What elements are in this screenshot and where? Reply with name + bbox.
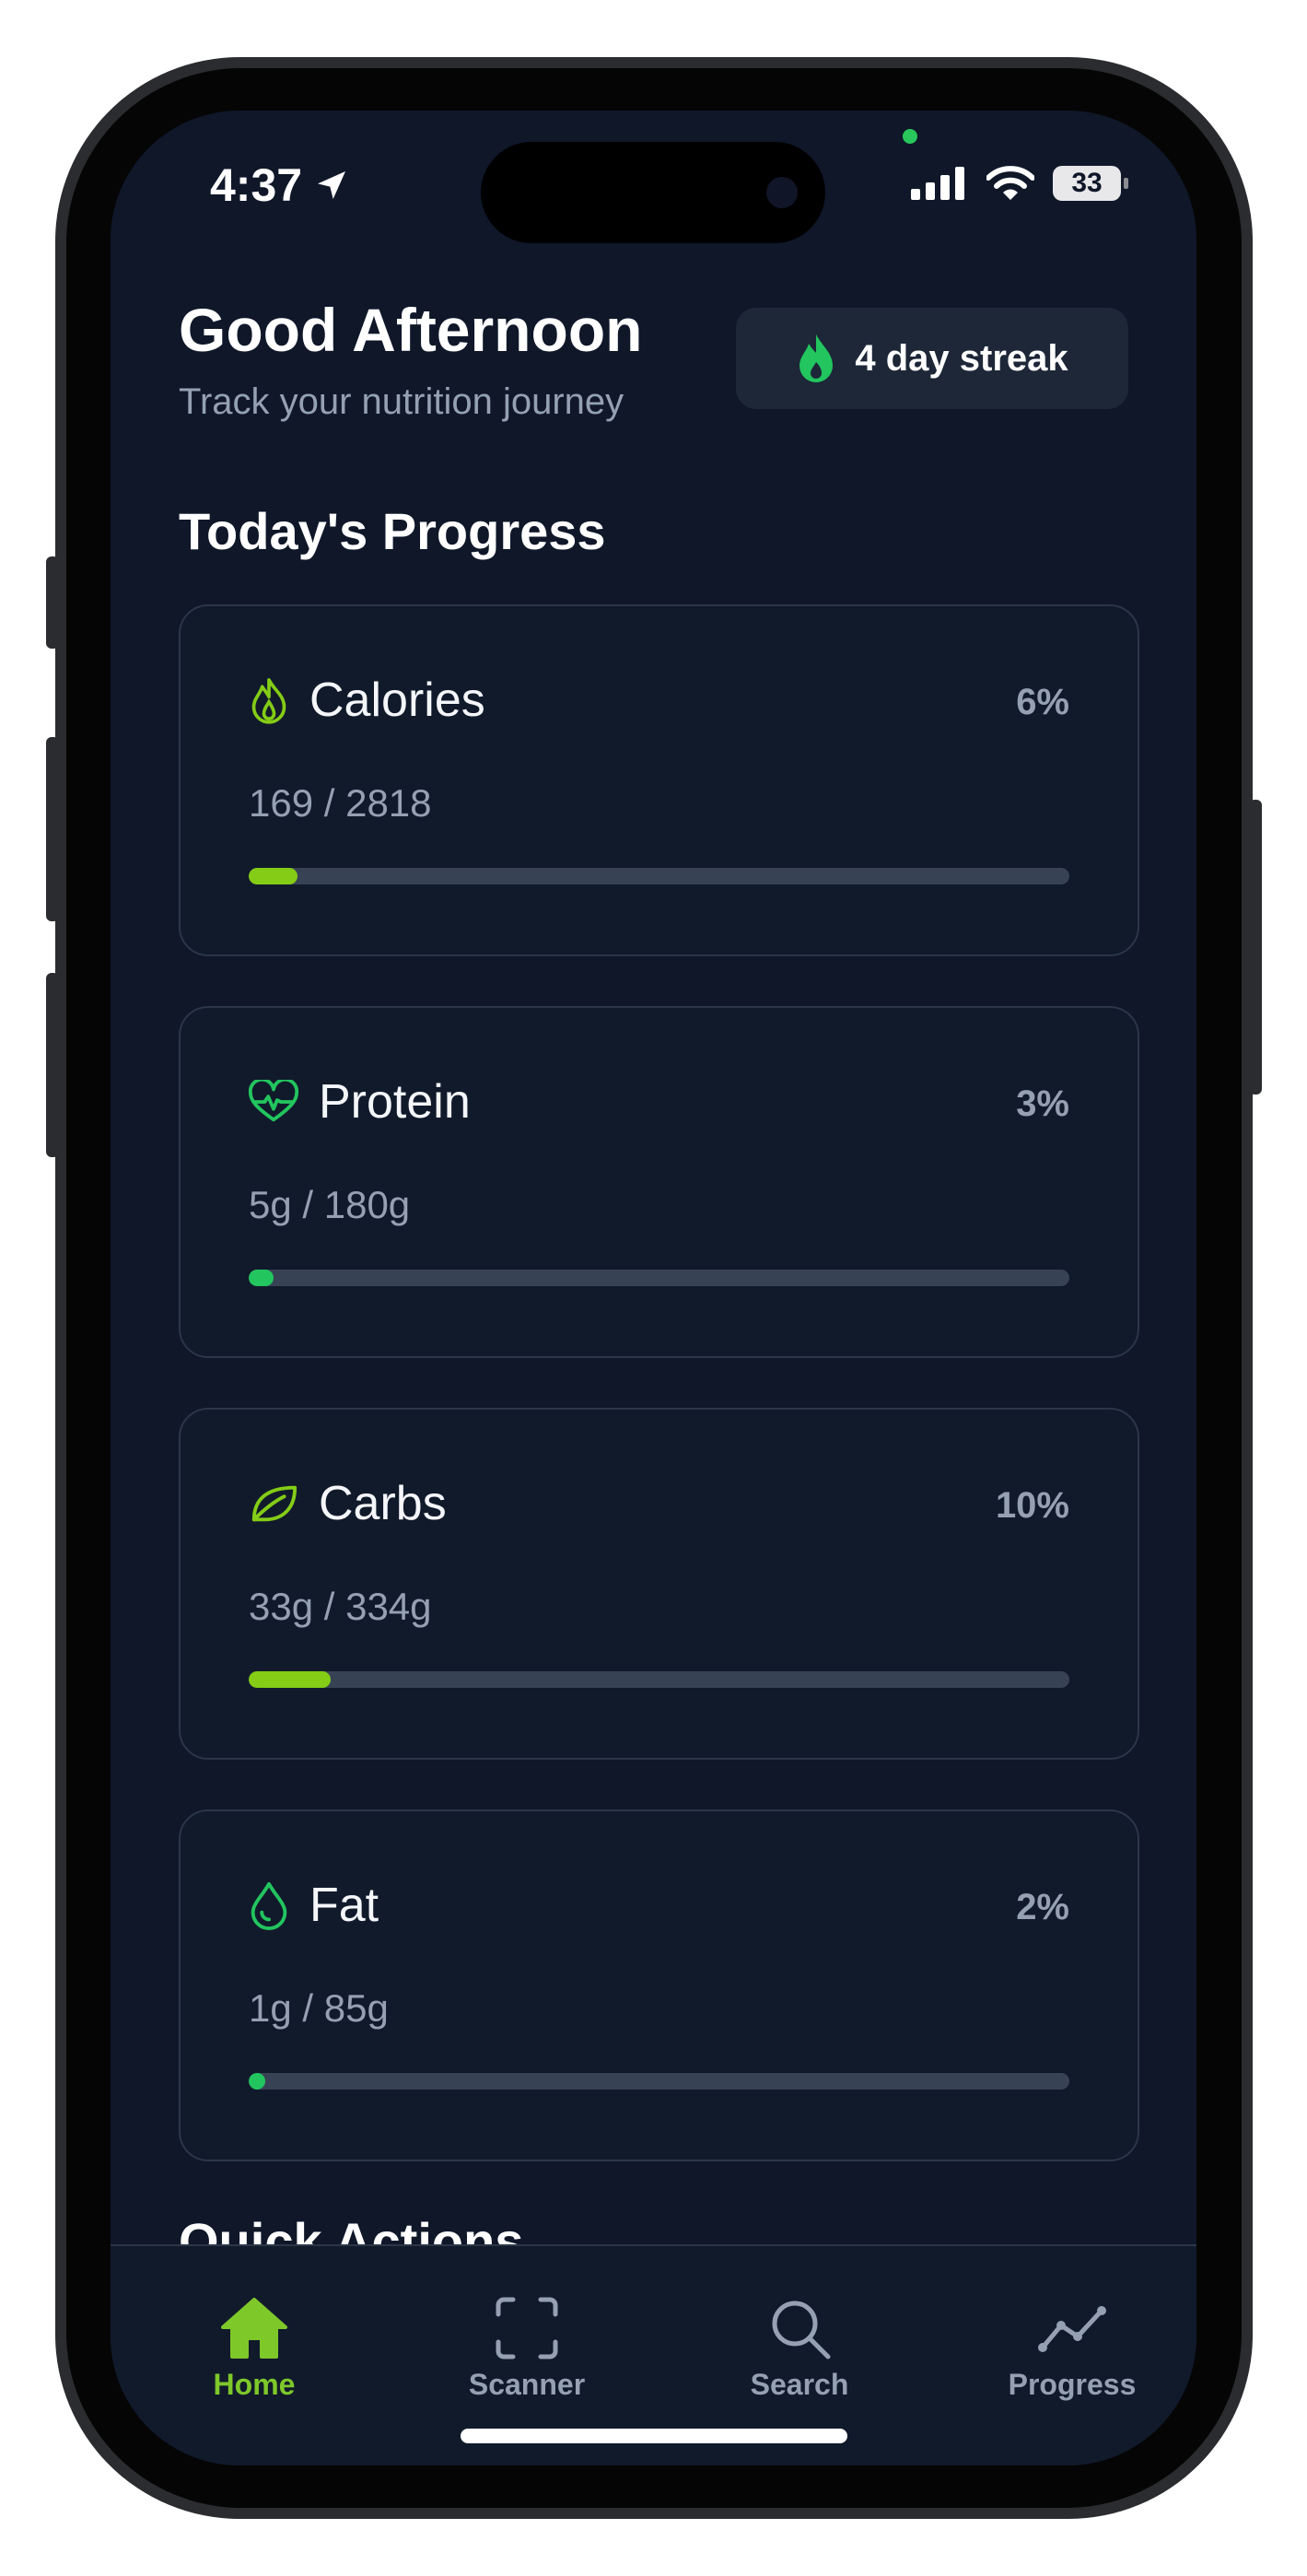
tab-home[interactable]: Home [153, 2296, 356, 2402]
fat-card[interactable]: Fat 2% 1g / 85g [179, 1809, 1139, 2161]
protein-card[interactable]: Protein 3% 5g / 180g [179, 1006, 1139, 1358]
home-indicator[interactable] [461, 2429, 847, 2443]
fat-label: Fat [309, 1879, 379, 1932]
wifi-icon [986, 166, 1034, 200]
carbs-progress-bar [249, 1671, 1069, 1688]
tab-scanner[interactable]: Scanner [426, 2296, 628, 2402]
protein-label: Protein [319, 1075, 471, 1129]
protein-progress-bar [249, 1270, 1069, 1286]
power-button [1249, 800, 1262, 1095]
volume-up-button [46, 737, 59, 921]
calories-card[interactable]: Calories 6% 169 / 2818 [179, 604, 1139, 956]
tab-progress-label: Progress [1008, 2368, 1137, 2401]
scan-icon [496, 2297, 558, 2359]
home-icon [221, 2298, 287, 2359]
streak-badge[interactable]: 4 day streak [736, 308, 1128, 409]
streak-label: 4 day streak [855, 337, 1068, 379]
tab-scanner-label: Scanner [468, 2368, 586, 2401]
greeting-subtitle: Track your nutrition journey [179, 381, 624, 422]
app-screen: 4:37 33 Good Afternoon Track your nutrit… [111, 111, 1196, 2465]
calories-card-header: Calories [249, 673, 485, 728]
calories-amount: 169 / 2818 [249, 781, 432, 825]
progress-section-title: Today's Progress [179, 502, 606, 560]
action-button [46, 556, 59, 649]
protein-percent: 3% [1016, 1083, 1069, 1124]
tab-search-label: Search [750, 2368, 849, 2401]
fat-progress-bar [249, 2073, 1069, 2090]
status-time-text: 4:37 [210, 159, 303, 211]
carbs-card[interactable]: Carbs 10% 33g / 334g [179, 1408, 1139, 1760]
carbs-label: Carbs [319, 1477, 447, 1530]
carbs-amount: 33g / 334g [249, 1585, 432, 1628]
tab-search[interactable]: Search [698, 2296, 901, 2402]
location-arrow-icon [318, 171, 346, 199]
cellular-signal-icon [911, 167, 964, 200]
calories-percent: 6% [1016, 682, 1069, 722]
protein-card-header: Protein [249, 1074, 471, 1130]
carbs-card-header: Carbs [249, 1476, 447, 1531]
status-indicators: 33 [911, 166, 1128, 201]
calories-progress-bar [249, 868, 1069, 884]
tab-progress[interactable]: Progress [971, 2296, 1173, 2402]
dynamic-island [481, 142, 825, 243]
greeting-title: Good Afternoon [179, 296, 643, 364]
camera-icon [766, 177, 798, 208]
calories-progress-fill [249, 868, 298, 884]
flame-icon [251, 678, 286, 724]
search-icon [772, 2301, 831, 2359]
carbs-percent: 10% [995, 1485, 1069, 1526]
protein-progress-fill [249, 1270, 274, 1286]
fat-percent: 2% [1016, 1887, 1069, 1927]
protein-amount: 5g / 180g [249, 1183, 411, 1226]
battery-level: 33 [1071, 168, 1103, 198]
droplet-icon [251, 1881, 287, 1930]
trend-icon [1038, 2306, 1106, 2352]
carbs-progress-fill [249, 1671, 332, 1688]
fat-progress-fill [249, 2073, 265, 2090]
battery-icon: 33 [1053, 166, 1128, 201]
status-time: 4:37 [210, 158, 350, 212]
heart-pulse-icon [249, 1080, 298, 1122]
camera-in-use-indicator [903, 129, 917, 144]
leaf-icon [251, 1485, 298, 1522]
calories-label: Calories [309, 673, 485, 727]
fat-amount: 1g / 85g [249, 1986, 389, 2030]
flame-icon [799, 334, 834, 382]
fat-card-header: Fat [249, 1878, 379, 1933]
tab-home-label: Home [213, 2368, 296, 2401]
volume-down-button [46, 973, 59, 1157]
